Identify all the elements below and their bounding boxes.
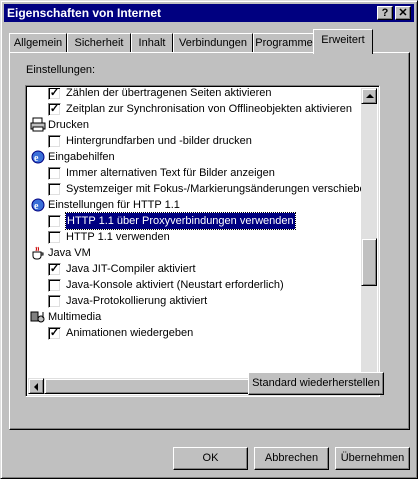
setting-label: Java JIT-Compiler aktiviert (66, 263, 196, 275)
setting-label: HTTP 1.1 verwenden (66, 231, 170, 243)
setting-label: Hintergrundfarben und -bilder drucken (66, 135, 252, 147)
group-label: Java VM (48, 247, 91, 259)
ie-globe-icon: e (30, 197, 46, 213)
setting-label: Animationen wiedergeben (66, 327, 194, 339)
group-label: Multimedia (48, 311, 102, 323)
arrow-up-icon (366, 94, 374, 98)
setting-checkbox-item[interactable]: ✓ Java JIT-Compiler aktiviert (28, 261, 363, 277)
settings-group-header[interactable]: e Einstellungen für HTTP 1.1 (28, 197, 363, 213)
svg-text:e: e (34, 201, 39, 212)
tab-verbindungen[interactable]: Verbindungen (173, 33, 253, 53)
settings-group-header[interactable]: Java VM (28, 245, 363, 261)
setting-checkbox-item[interactable]: HTTP 1.1 über Proxyverbindungen verwende… (28, 212, 363, 230)
settings-group-header[interactable]: e Eingabehilfen (28, 149, 363, 165)
multimedia-icon (30, 309, 46, 325)
scroll-up-button[interactable] (361, 88, 377, 104)
setting-checkbox-item[interactable]: Java-Protokollierung aktiviert (28, 293, 363, 309)
close-button[interactable]: ✕ (395, 6, 411, 20)
vertical-scrollbar[interactable] (361, 88, 377, 394)
setting-checkbox-item[interactable]: ✓ Zählen der übertragenen Seiten aktivier… (28, 88, 363, 101)
ie-globe-icon: e (30, 149, 46, 165)
tab-allgemein[interactable]: Allgemein (9, 33, 67, 53)
settings-group-header[interactable]: Drucken (28, 117, 363, 133)
checkbox-unchecked[interactable] (48, 215, 61, 228)
settings-label: Einstellungen: (26, 64, 96, 76)
restore-defaults-button[interactable]: Standard wiederherstellen (248, 372, 384, 395)
title-bar[interactable]: Eigenschaften von Internet ? ✕ (4, 4, 414, 22)
checkbox-checked[interactable]: ✓ (48, 327, 61, 340)
scroll-left-button[interactable] (28, 378, 44, 394)
checkbox-unchecked[interactable] (48, 183, 61, 196)
setting-label: HTTP 1.1 über Proxyverbindungen verwende… (65, 212, 296, 230)
setting-checkbox-item[interactable]: Immer alternativen Text für Bilder anzei… (28, 165, 363, 181)
checkbox-unchecked[interactable] (48, 231, 61, 244)
properties-window: Eigenschaften von Internet ? ✕ Allgemein… (0, 0, 418, 479)
setting-checkbox-item[interactable]: Systemzeiger mit Fokus-/Markierungsänder… (28, 181, 363, 197)
cancel-button[interactable]: Abbrechen (254, 447, 329, 470)
settings-group-header[interactable]: Multimedia (28, 309, 363, 325)
tab-sicherheit[interactable]: Sicherheit (67, 33, 131, 53)
group-label: Drucken (48, 119, 89, 131)
checkbox-checked[interactable]: ✓ (48, 263, 61, 276)
tab-strip: Allgemein Sicherheit Inhalt Verbindungen… (9, 29, 411, 54)
setting-label: Systemzeiger mit Fokus-/Markierungsänder… (66, 183, 363, 195)
tab-programme[interactable]: Programme (253, 33, 315, 53)
apply-button[interactable]: Übernehmen (335, 447, 410, 470)
java-cup-icon (30, 245, 46, 261)
checkbox-checked[interactable]: ✓ (48, 103, 61, 116)
setting-checkbox-item[interactable]: Java-Konsole aktiviert (Neustart erforde… (28, 277, 363, 293)
arrow-left-icon (34, 383, 38, 391)
setting-label: Immer alternativen Text für Bilder anzei… (66, 167, 275, 179)
tab-erweitert[interactable]: Erweitert (313, 29, 373, 54)
setting-label: Java-Protokollierung aktiviert (66, 295, 208, 307)
setting-checkbox-item[interactable]: Hintergrundfarben und -bilder drucken (28, 133, 363, 149)
checkbox-unchecked[interactable] (48, 167, 61, 180)
settings-list[interactable]: ✓ Zählen der übertragenen Seiten aktivier… (25, 85, 380, 397)
ok-button[interactable]: OK (173, 447, 248, 470)
checkbox-unchecked[interactable] (48, 279, 61, 292)
vertical-scroll-thumb[interactable] (361, 238, 377, 286)
advanced-panel: Einstellungen: ✓ Zählen der übertragenen … (9, 52, 410, 430)
group-label: Eingabehilfen (48, 151, 115, 163)
tab-inhalt[interactable]: Inhalt (131, 33, 173, 53)
printer-icon (30, 117, 46, 133)
setting-label: Java-Konsole aktiviert (Neustart erforde… (66, 279, 284, 291)
help-button[interactable]: ? (377, 6, 393, 20)
window-title: Eigenschaften von Internet (7, 6, 162, 20)
setting-checkbox-item[interactable]: ✓ Zeitplan zur Synchronisation von Offlin… (28, 101, 363, 117)
settings-list-content: ✓ Zählen der übertragenen Seiten aktivier… (28, 88, 363, 394)
checkbox-unchecked[interactable] (48, 295, 61, 308)
setting-checkbox-item[interactable]: HTTP 1.1 verwenden (28, 229, 363, 245)
setting-label: Zeitplan zur Synchronisation von Offline… (66, 103, 352, 115)
checkbox-unchecked[interactable] (48, 135, 61, 148)
setting-label: Zählen der übertragenen Seiten aktiviere… (66, 88, 272, 99)
svg-text:e: e (34, 153, 39, 164)
setting-checkbox-item[interactable]: ✓ Animationen wiedergeben (28, 325, 363, 341)
group-label: Einstellungen für HTTP 1.1 (48, 199, 180, 211)
checkbox-checked[interactable]: ✓ (48, 88, 61, 100)
